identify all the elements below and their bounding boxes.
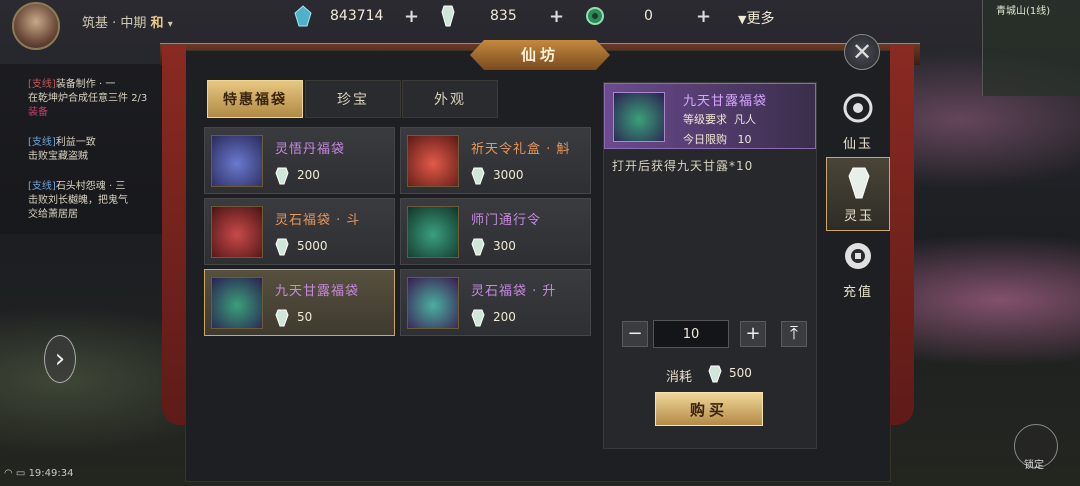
battery-icon: ▭ bbox=[15, 468, 26, 479]
item-description: 打开后获得九天甘露*10 bbox=[612, 159, 754, 173]
task-desc: 击败刘长樾魄，把鬼气 bbox=[28, 195, 128, 206]
blue-jade-icon bbox=[842, 92, 874, 124]
side-tab-recharge[interactable]: 充值 bbox=[826, 232, 890, 306]
side-tab-xianyu[interactable]: 仙玉 bbox=[826, 84, 890, 158]
buy-button[interactable]: 购买 bbox=[655, 392, 763, 426]
side-tab-label: 仙玉 bbox=[842, 137, 873, 152]
lock-label: 锁定 bbox=[1024, 460, 1044, 471]
shop-item[interactable]: 灵悟丹福袋 200 bbox=[204, 127, 395, 194]
task-title: 石头村怨魂 · 三 bbox=[55, 181, 126, 192]
wifi-icon: ◠ bbox=[4, 468, 13, 479]
tab-treasures[interactable]: 珍宝 bbox=[305, 80, 401, 118]
window-title: 仙坊 bbox=[470, 40, 610, 70]
tab-appearance[interactable]: 外观 bbox=[402, 80, 498, 118]
task-title: 利益一致 bbox=[55, 137, 96, 148]
detail-item-name: 九天甘露福袋 bbox=[683, 94, 768, 109]
white-jade-icon bbox=[275, 237, 289, 257]
item-thumbnail bbox=[211, 135, 263, 187]
item-thumbnail bbox=[407, 277, 459, 329]
daily-limit: 今日限购 10 bbox=[683, 133, 752, 146]
minimap-title: 青城山(1线) bbox=[996, 6, 1051, 17]
item-name: 灵石福袋 · 斗 bbox=[275, 213, 361, 228]
quantity-input[interactable]: 10 bbox=[653, 320, 729, 348]
white-jade-icon bbox=[843, 166, 875, 200]
increase-quantity-button[interactable]: + bbox=[740, 321, 766, 347]
decrease-quantity-button[interactable]: − bbox=[622, 321, 648, 347]
item-thumbnail bbox=[407, 206, 459, 258]
detail-header: 九天甘露福袋 等级要求 凡人 今日限购 10 bbox=[604, 83, 816, 149]
white-jade-icon bbox=[275, 308, 289, 328]
top-bar: 筑基 · 中期 和 ▾ 843714 + 835 + 0 + ▼更多 bbox=[0, 0, 1080, 50]
cost-value: 500 bbox=[729, 366, 752, 380]
status-bar: ◠ ▭ 19:49:34 bbox=[4, 468, 73, 479]
task-desc: 交给萧居居 bbox=[28, 209, 78, 220]
item-price: 300 bbox=[493, 239, 516, 253]
arrow-up-icon: ⤒ bbox=[790, 323, 798, 344]
item-name: 灵石福袋 · 升 bbox=[471, 284, 557, 299]
item-price: 5000 bbox=[297, 239, 328, 253]
task-progress: 2/3 bbox=[131, 93, 148, 104]
side-tab-lingyu[interactable]: 灵玉 bbox=[826, 157, 890, 231]
cost-label: 消耗 bbox=[666, 370, 693, 385]
shop-item[interactable]: 祈天令礼盒 · 斛 3000 bbox=[400, 127, 591, 194]
expand-panel-button[interactable]: › bbox=[44, 335, 76, 383]
shop-item[interactable]: 灵石福袋 · 斗 5000 bbox=[204, 198, 395, 265]
close-button[interactable]: ✕ bbox=[844, 34, 880, 70]
white-jade-icon bbox=[471, 237, 485, 257]
task-desc: 在乾坤炉合成任意三件 bbox=[28, 93, 128, 104]
shop-item[interactable]: 灵石福袋 · 升 200 bbox=[400, 269, 591, 336]
blue-jade-icon bbox=[294, 5, 312, 27]
white-jade-icon bbox=[471, 308, 485, 328]
task-tag: [支线] bbox=[28, 181, 56, 192]
task-desc: 击败宝藏盗贼 bbox=[28, 151, 88, 162]
task-title: 装备制作 · 一 bbox=[55, 79, 116, 90]
white-jade-amount: 835 bbox=[490, 8, 517, 24]
task-desc: 装备 bbox=[28, 107, 48, 118]
side-tab-label: 充值 bbox=[842, 285, 873, 300]
item-name: 师门通行令 bbox=[471, 213, 542, 228]
item-thumbnail bbox=[407, 135, 459, 187]
shop-item[interactable]: 师门通行令 300 bbox=[400, 198, 591, 265]
max-quantity-button[interactable]: ⤒ bbox=[781, 321, 807, 347]
green-jade-icon bbox=[585, 6, 605, 26]
item-price: 200 bbox=[493, 310, 516, 324]
more-menu-button[interactable]: ▼更多 bbox=[738, 8, 774, 28]
item-name: 祈天令礼盒 · 斛 bbox=[471, 142, 571, 157]
white-jade-icon bbox=[471, 166, 485, 186]
item-price: 50 bbox=[297, 310, 313, 324]
detail-thumbnail bbox=[613, 92, 665, 142]
cultivation-rank: 筑基 · 中期 和 ▾ bbox=[82, 16, 173, 31]
level-requirement: 等级要求 凡人 bbox=[683, 113, 756, 126]
add-green-jade-button[interactable]: + bbox=[696, 6, 711, 27]
green-jade-amount: 0 bbox=[644, 8, 653, 24]
white-jade-icon bbox=[440, 4, 456, 28]
task-tag: [支线] bbox=[28, 79, 56, 90]
blue-jade-amount: 843714 bbox=[330, 8, 384, 24]
side-tab-label: 灵玉 bbox=[843, 209, 874, 224]
tab-special-bags[interactable]: 特惠福袋 bbox=[207, 80, 303, 118]
add-blue-jade-button[interactable]: + bbox=[404, 6, 419, 27]
player-avatar[interactable] bbox=[12, 2, 60, 50]
item-price: 200 bbox=[297, 168, 320, 182]
white-jade-icon bbox=[708, 364, 722, 384]
status-time: 19:49:34 bbox=[28, 468, 74, 479]
add-white-jade-button[interactable]: + bbox=[549, 6, 564, 27]
task-tag: [支线] bbox=[28, 137, 56, 148]
item-thumbnail bbox=[211, 206, 263, 258]
shop-item-selected[interactable]: 九天甘露福袋 50 bbox=[204, 269, 395, 336]
item-thumbnail bbox=[211, 277, 263, 329]
item-price: 3000 bbox=[493, 168, 524, 182]
white-jade-icon bbox=[275, 166, 289, 186]
item-name: 灵悟丹福袋 bbox=[275, 142, 346, 157]
coin-icon bbox=[842, 240, 874, 272]
item-name: 九天甘露福袋 bbox=[275, 284, 360, 299]
